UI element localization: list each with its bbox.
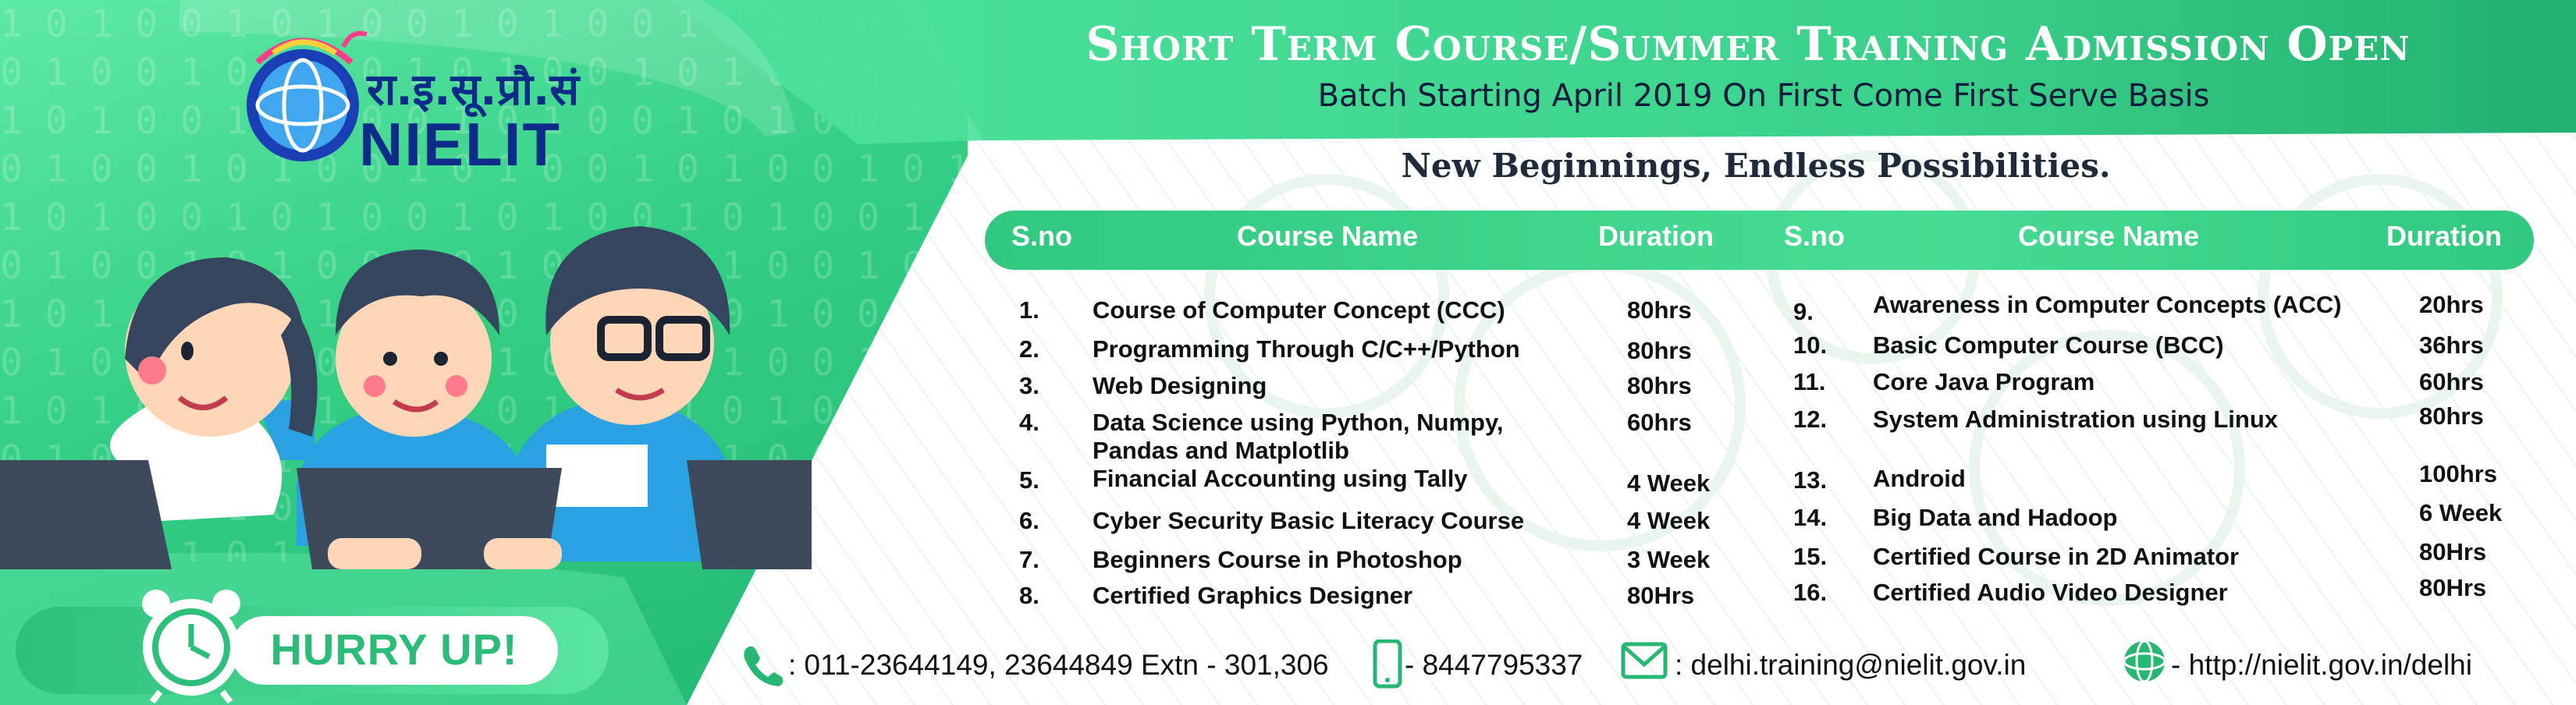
kids-illustration xyxy=(0,226,812,569)
course-sno: 12. xyxy=(1793,406,1828,433)
course-name: Financial Accounting using Tally xyxy=(1093,465,1468,492)
header-duration-right: Duration xyxy=(2386,220,2502,252)
course-sno: 1. xyxy=(1019,296,1039,324)
course-name: Beginners Course in Photoshop xyxy=(1093,546,1462,573)
email-icon xyxy=(1621,642,1668,679)
course-name: Certified Audio Video Designer xyxy=(1873,579,2228,606)
email-address: : delhi.training@nielit.gov.in xyxy=(1675,649,2027,681)
course-duration: 80hrs xyxy=(1627,296,1692,324)
headline-subtitle: Batch Starting April 2019 On First Come … xyxy=(1317,78,2210,114)
course-table-header-bar xyxy=(985,211,2534,270)
course-duration: 6 Week xyxy=(2419,499,2503,526)
phone-numbers: : 011-23644149, 23644849 Extn - 301,306 xyxy=(788,649,1329,681)
course-duration: 80Hrs xyxy=(2419,538,2487,565)
course-sno: 8. xyxy=(1019,582,1039,609)
course-duration: 36hrs xyxy=(2419,331,2484,359)
course-sno: 4. xyxy=(1019,409,1039,436)
course-name: Android xyxy=(1873,465,1966,492)
globe-icon xyxy=(2123,639,2166,683)
logo-text: NIELIT xyxy=(359,110,561,179)
header-course-right: Course Name xyxy=(2018,220,2200,252)
course-duration: 80hrs xyxy=(1627,372,1692,399)
course-name: Web Designing xyxy=(1093,372,1267,399)
course-name: Programming Through C/C++/Python xyxy=(1093,335,1520,363)
header-sno-left: S.no xyxy=(1011,220,1072,252)
course-name: Big Data and Hadoop xyxy=(1873,504,2118,531)
course-duration: 80Hrs xyxy=(2419,574,2487,601)
hurry-up-label: HURRY UP! xyxy=(270,625,518,674)
course-name: Course of Computer Concept (CCC) xyxy=(1093,296,1505,324)
course-sno: 9. xyxy=(1793,298,1814,325)
course-duration: 80hrs xyxy=(2419,402,2484,430)
course-name: Core Java Program xyxy=(1873,368,2095,395)
course-duration: 60hrs xyxy=(1627,409,1692,436)
nielit-globe-logo xyxy=(247,30,368,161)
tagline: New Beginnings, Endless Possibilities. xyxy=(1401,147,2111,185)
phone-icon xyxy=(744,646,783,686)
course-sno: 11. xyxy=(1793,368,1826,395)
mobile-number: - 8447795337 xyxy=(1405,649,1583,681)
course-duration: 60hrs xyxy=(2419,368,2484,395)
course-sno: 2. xyxy=(1019,335,1039,363)
course-sno: 6. xyxy=(1019,507,1039,534)
course-sno: 5. xyxy=(1019,466,1039,494)
course-name: Awareness in Computer Concepts (ACC) xyxy=(1873,291,2342,318)
course-duration: 100hrs xyxy=(2419,460,2497,487)
course-sno: 13. xyxy=(1793,466,1828,494)
course-name: Data Science using Python, Numpy, xyxy=(1093,409,1504,436)
headline-title: Short Term Course/Summer Training Admiss… xyxy=(1085,17,2411,72)
header-duration-left: Duration xyxy=(1598,220,1714,252)
mobile-icon xyxy=(1373,639,1402,689)
course-duration: 80Hrs xyxy=(1627,582,1695,609)
course-name: Certified Graphics Designer xyxy=(1093,582,1413,609)
course-sno: 10. xyxy=(1793,331,1828,359)
website-url[interactable]: - http://nielit.gov.in/delhi xyxy=(2171,649,2472,682)
course-name: System Administration using Linux xyxy=(1873,406,2279,433)
course-name: Cyber Security Basic Literacy Course xyxy=(1093,507,1525,534)
course-sno: 16. xyxy=(1793,579,1828,606)
course-name-line2: Pandas and Matplotlib xyxy=(1093,437,1349,464)
course-duration: 20hrs xyxy=(2419,291,2484,318)
header-sno-right: S.no xyxy=(1784,220,1845,252)
course-name: Certified Course in 2D Animator xyxy=(1873,543,2240,570)
laptop-left xyxy=(0,460,172,569)
header-course-left: Course Name xyxy=(1237,220,1419,252)
course-duration: 4 Week xyxy=(1627,469,1711,497)
course-name: Basic Computer Course (BCC) xyxy=(1873,331,2224,359)
course-sno: 3. xyxy=(1019,372,1039,399)
course-sno: 7. xyxy=(1019,546,1039,573)
course-duration: 4 Week xyxy=(1627,507,1711,534)
course-sno: 15. xyxy=(1793,543,1828,570)
course-sno: 14. xyxy=(1793,504,1828,531)
laptop-right xyxy=(687,460,812,569)
course-duration: 3 Week xyxy=(1627,546,1711,573)
course-duration: 80hrs xyxy=(1627,337,1692,364)
